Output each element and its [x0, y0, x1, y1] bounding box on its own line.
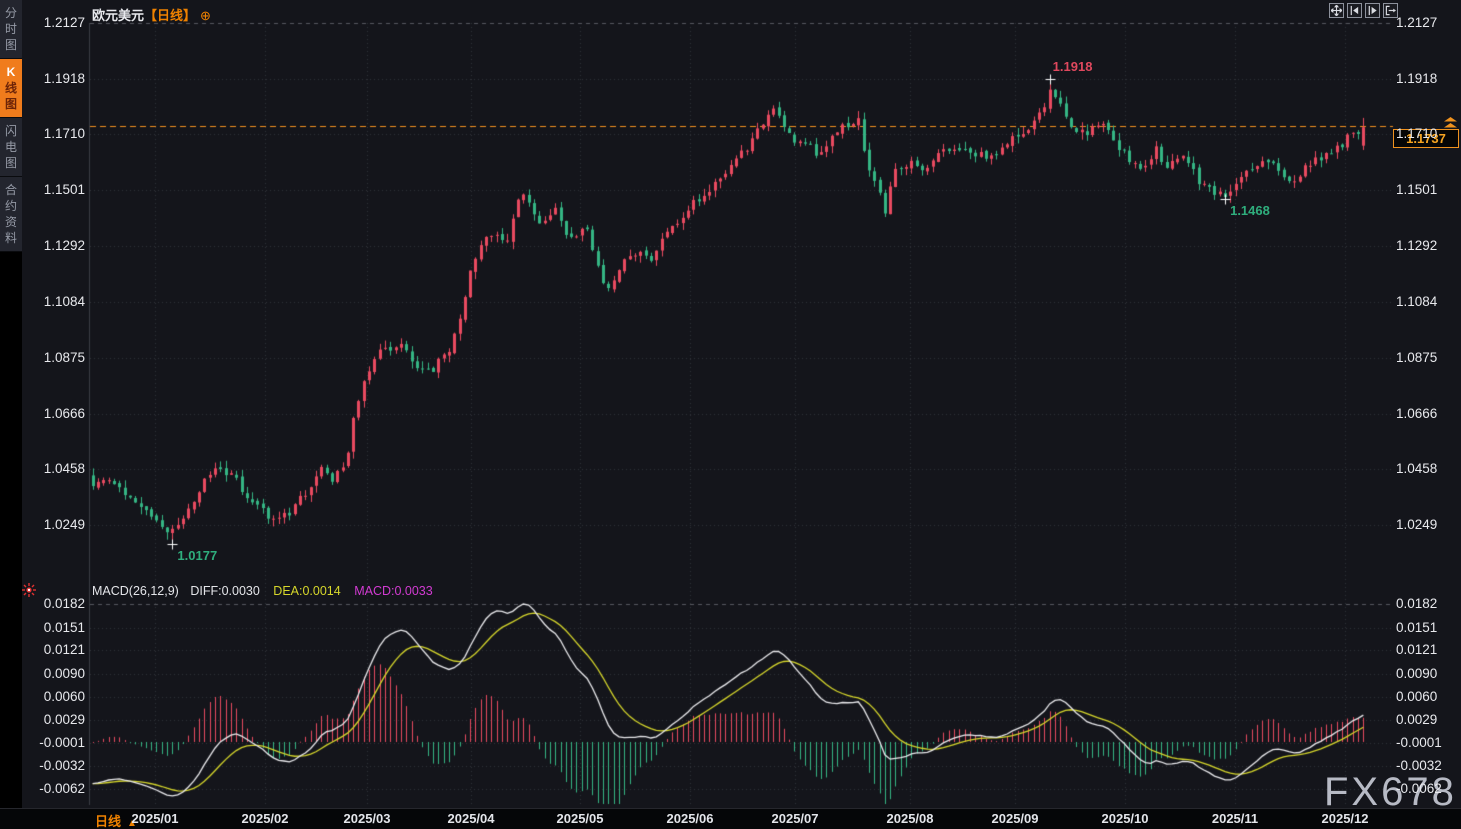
- macd-tick-label: -0.0062: [0, 781, 85, 796]
- date-label: 2025/05: [540, 811, 620, 826]
- macd-header: MACD(26,12,9) DIFF:0.0030 DEA:0.0014 MAC…: [92, 584, 433, 598]
- date-label: 2025/09: [975, 811, 1055, 826]
- price-annotation: 1.1468: [1230, 203, 1270, 218]
- symbol-name: 欧元美元: [92, 8, 144, 23]
- chart-toolbar: [1329, 3, 1398, 18]
- macd-params-label: MACD(26,12,9): [92, 584, 179, 598]
- macd-tick-label: 0.0121: [0, 642, 85, 657]
- macd-tick-label: -0.0032: [0, 758, 85, 773]
- price-tick-label: 1.0249: [0, 517, 85, 532]
- pan-right-icon[interactable]: [1365, 3, 1380, 18]
- macd-tick-label: -0.0062: [1396, 781, 1442, 796]
- macd-tick-label: 0.0182: [1396, 596, 1437, 611]
- price-tick-label: 1.0458: [1396, 461, 1437, 476]
- date-label: 2025/03: [327, 811, 407, 826]
- macd-tick-label: 0.0151: [1396, 620, 1437, 635]
- price-tick-label: 1.1918: [0, 71, 85, 86]
- macd-tick-label: -0.0032: [1396, 758, 1442, 773]
- macd-tick-label: -0.0001: [0, 735, 85, 750]
- candlestick-chart[interactable]: [0, 0, 1461, 829]
- date-label: 2025/07: [755, 811, 835, 826]
- macd-tick-label: 0.0151: [0, 620, 85, 635]
- macd-tick-label: 0.0090: [1396, 666, 1437, 681]
- sidebar-tab-candle-chart[interactable]: K线图: [0, 59, 22, 118]
- price-tick-label: 1.0666: [0, 406, 85, 421]
- price-tick-label: 1.2127: [1396, 15, 1437, 30]
- date-label: 2025/02: [225, 811, 305, 826]
- price-tick-label: 1.1292: [1396, 238, 1437, 253]
- double-up-arrow-icon: [1444, 116, 1457, 134]
- date-label: 2025/06: [650, 811, 730, 826]
- price-annotation: 1.0177: [177, 548, 217, 563]
- date-label: 2025/01: [115, 811, 195, 826]
- chart-title: 欧元美元【日线】 ⊕: [92, 5, 211, 24]
- price-tick-label: 1.1918: [1396, 71, 1437, 86]
- price-tick-label: 1.1084: [1396, 294, 1437, 309]
- macd-tick-label: 0.0182: [0, 596, 85, 611]
- macd-tick-label: 0.0060: [1396, 689, 1437, 704]
- macd-macd-value: MACD:0.0033: [354, 584, 433, 598]
- macd-tick-label: 0.0029: [1396, 712, 1437, 727]
- date-label: 2025/04: [431, 811, 511, 826]
- macd-tick-label: 0.0090: [0, 666, 85, 681]
- price-tick-label: 1.1292: [0, 238, 85, 253]
- price-tick-label: 1.0875: [0, 350, 85, 365]
- move-tool-icon[interactable]: [1329, 3, 1344, 18]
- price-tick-label: 1.0666: [1396, 406, 1437, 421]
- price-tick-label: 1.1710: [0, 126, 85, 141]
- price-tick-label: 1.0249: [1396, 517, 1437, 532]
- price-tick-label: 1.1501: [0, 182, 85, 197]
- date-label: 2025/12: [1305, 811, 1385, 826]
- date-label: 2025/10: [1085, 811, 1165, 826]
- period-badge: 【日线】: [144, 8, 196, 23]
- pan-left-icon[interactable]: [1347, 3, 1362, 18]
- price-tick-label: 1.2127: [0, 15, 85, 30]
- macd-diff-value: DIFF:0.0030: [190, 584, 259, 598]
- price-tick-label: 1.1710: [1396, 126, 1437, 141]
- price-annotation: 1.1918: [1053, 59, 1093, 74]
- macd-tick-label: 0.0060: [0, 689, 85, 704]
- date-label: 2025/11: [1195, 811, 1275, 826]
- date-label: 2025/08: [870, 811, 950, 826]
- price-tick-label: 1.1501: [1396, 182, 1437, 197]
- chart-application: 分时图K线图闪电图合约资料 欧元美元【日线】⊕ MACD(26,12,9) DI…: [0, 0, 1461, 829]
- price-tick-label: 1.0458: [0, 461, 85, 476]
- circle-plus-icon[interactable]: ⊕: [200, 8, 211, 23]
- macd-tick-label: 0.0121: [1396, 642, 1437, 657]
- price-tick-label: 1.1084: [0, 294, 85, 309]
- macd-tick-label: 0.0029: [0, 712, 85, 727]
- macd-tick-label: -0.0001: [1396, 735, 1442, 750]
- price-tick-label: 1.0875: [1396, 350, 1437, 365]
- macd-dea-value: DEA:0.0014: [273, 584, 340, 598]
